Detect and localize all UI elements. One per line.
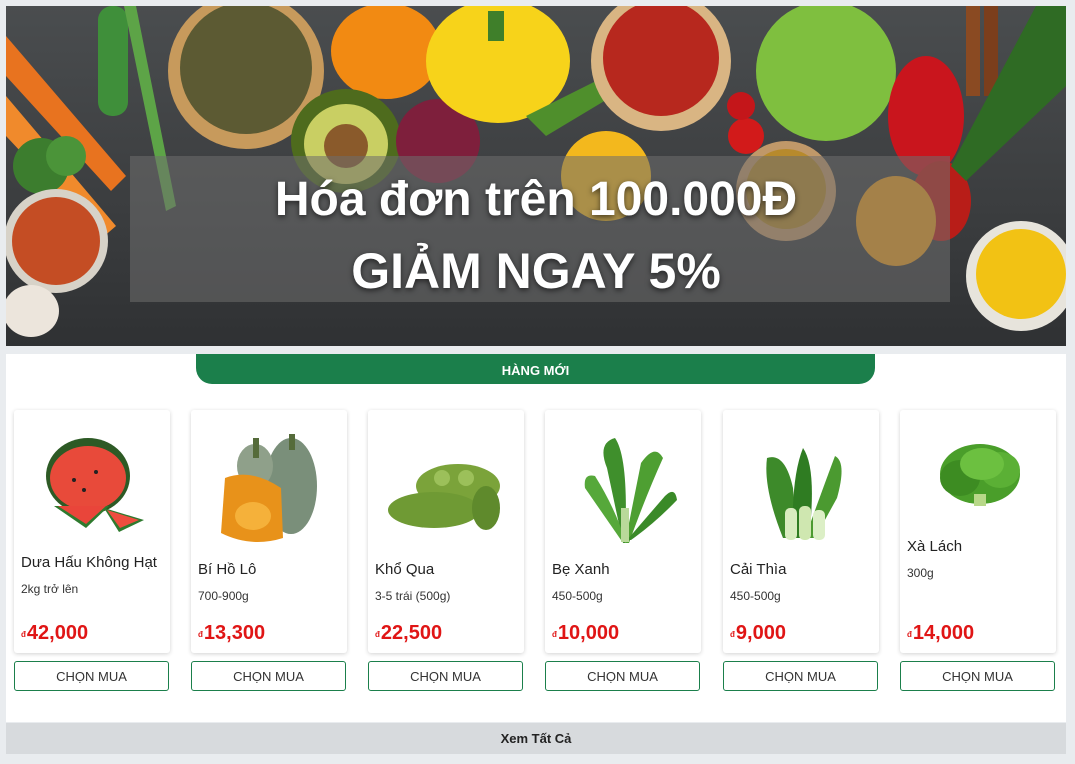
- price-value: 14,000: [912, 622, 975, 644]
- buy-button[interactable]: CHỌN MUA: [723, 661, 878, 691]
- product-weight: 300g: [907, 566, 934, 580]
- product-name[interactable]: Dưa Hấu Không Hạt: [21, 554, 157, 571]
- product-price: đ10,000: [552, 622, 619, 645]
- product-card[interactable]: Xà Lách 300g đ14,000: [900, 410, 1056, 653]
- product-price: đ42,000: [21, 622, 88, 645]
- buy-button[interactable]: CHỌN MUA: [368, 661, 523, 691]
- banner-headline: Hóa đơn trên 100.000Đ: [274, 173, 798, 226]
- buy-button[interactable]: CHỌN MUA: [900, 661, 1055, 691]
- product-price: đ13,300: [198, 622, 265, 645]
- currency-symbol: đ: [907, 630, 912, 639]
- price-value: 10,000: [557, 622, 620, 644]
- product-card[interactable]: Cải Thìa 450-500g đ9,000: [723, 410, 879, 653]
- product-card[interactable]: Bí Hồ Lô 700-900g đ13,300: [191, 410, 347, 653]
- price-value: 22,500: [380, 622, 443, 644]
- product-weight: 700-900g: [198, 589, 249, 603]
- product-price: đ14,000: [907, 622, 974, 645]
- product-weight: 450-500g: [730, 589, 781, 603]
- promo-banner[interactable]: Hóa đơn trên 100.000Đ GIẢM NGAY 5%: [6, 6, 1066, 346]
- product-price: đ22,500: [375, 622, 442, 645]
- product-name[interactable]: Bẹ Xanh: [552, 561, 610, 578]
- banner-discount: GIẢM NGAY 5%: [351, 243, 721, 299]
- product-name[interactable]: Xà Lách: [907, 538, 962, 555]
- bitter-melon-icon: [388, 464, 500, 530]
- product-weight: 3-5 trái (500g): [375, 589, 451, 603]
- watermelon-icon: [46, 438, 144, 532]
- see-all-button[interactable]: Xem Tất Cả: [6, 723, 1066, 754]
- currency-symbol: đ: [552, 630, 557, 639]
- price-value: 42,000: [26, 622, 89, 644]
- product-card[interactable]: Khổ Qua 3-5 trái (500g) đ22,500: [368, 410, 524, 653]
- currency-symbol: đ: [730, 630, 735, 639]
- product-name[interactable]: Cải Thìa: [730, 561, 786, 578]
- product-weight: 2kg trở lên: [21, 582, 79, 596]
- lettuce-icon: [940, 444, 1020, 506]
- price-value: 9,000: [735, 622, 786, 644]
- buy-button[interactable]: CHỌN MUA: [14, 661, 169, 691]
- product-name[interactable]: Bí Hồ Lô: [198, 561, 256, 578]
- bok-choy-icon: [766, 448, 842, 540]
- product-card[interactable]: Dưa Hấu Không Hạt 2kg trở lên đ42,000: [14, 410, 170, 653]
- price-value: 13,300: [203, 622, 266, 644]
- currency-symbol: đ: [198, 630, 203, 639]
- product-price: đ9,000: [730, 622, 786, 645]
- mustard-greens-icon: [584, 438, 677, 543]
- buy-button[interactable]: CHỌN MUA: [545, 661, 700, 691]
- pumpkin-icon: [221, 434, 317, 542]
- currency-symbol: đ: [375, 630, 380, 639]
- section-title: HÀNG MỚI: [196, 354, 875, 384]
- product-name[interactable]: Khổ Qua: [375, 561, 434, 578]
- product-card[interactable]: Bẹ Xanh 450-500g đ10,000: [545, 410, 701, 653]
- new-products-section: HÀNG MỚI Dưa Hấu Không Hạt 2kg trở lên đ…: [6, 354, 1066, 722]
- product-weight: 450-500g: [552, 589, 603, 603]
- buy-button[interactable]: CHỌN MUA: [191, 661, 346, 691]
- currency-symbol: đ: [21, 630, 26, 639]
